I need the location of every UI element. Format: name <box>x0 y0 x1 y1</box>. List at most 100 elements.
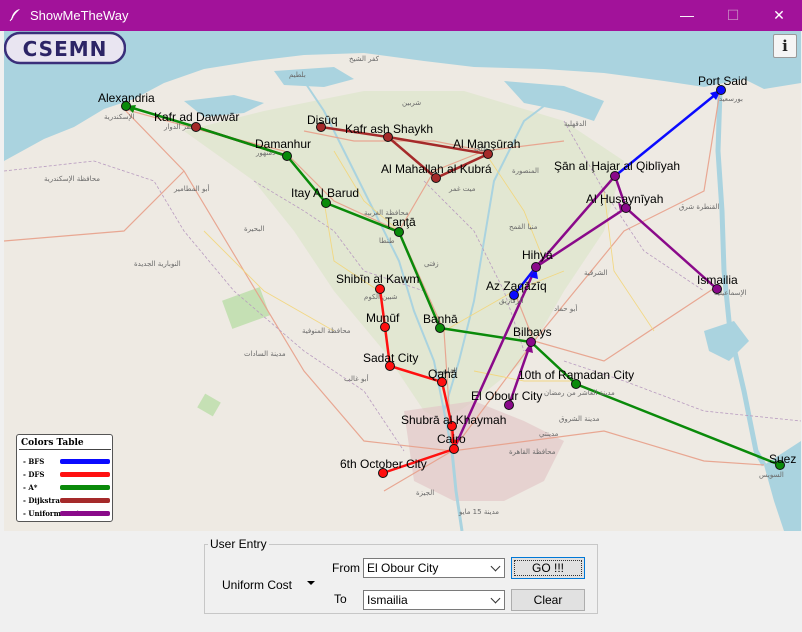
legend-swatch <box>60 511 110 516</box>
clear-button[interactable]: Clear <box>511 589 585 611</box>
map-label: بلطيم <box>289 71 306 79</box>
city-label: Ţanţā <box>385 215 416 229</box>
map-label: السويس <box>759 471 784 479</box>
city-label: Cairo <box>437 432 466 446</box>
map-label: محافظة الإسكندرية <box>44 175 100 183</box>
city-label: Banhā <box>423 312 458 326</box>
map-label: مدينة العاشر من رمضان <box>544 389 615 397</box>
city-label: Disūq <box>307 113 338 127</box>
control-panel: User Entry Uniform Cost From El Obour Ci… <box>0 531 802 632</box>
app-window: ShowMeTheWay — ☐ ✕ كفر الشيخ بلطيم الدقه… <box>0 0 802 632</box>
legend-swatch <box>60 459 110 464</box>
to-label: To <box>334 592 347 606</box>
map-label: كفر الشيخ <box>349 55 380 63</box>
city-label: 6th October City <box>340 457 427 471</box>
map-label: منيا القمح <box>509 223 538 231</box>
city-label: Al Manşūrah <box>453 137 520 151</box>
city-label: Kafr ash Shaykh <box>345 122 433 136</box>
map-label: ميت غمر <box>448 185 476 193</box>
go-button[interactable]: GO !!! <box>511 557 585 579</box>
chevron-down-icon[interactable] <box>490 593 501 604</box>
legend-title: Colors Table <box>21 438 84 448</box>
city-label: Bilbays <box>513 325 552 339</box>
city-label: Itay Al Barud <box>291 186 359 200</box>
city-label: Qahā <box>428 367 458 381</box>
map-label: زفتى <box>424 260 439 268</box>
go-button-label: GO !!! <box>514 560 582 576</box>
city-label: Damanhur <box>255 137 311 151</box>
to-city-value: Ismailia <box>367 593 408 607</box>
logo-text: CSEMN <box>23 37 108 61</box>
city-label: Shubrā al Khaymah <box>401 413 506 427</box>
map-label: كفر الدوار <box>163 123 194 131</box>
window-title: ShowMeTheWay <box>30 8 129 23</box>
csemn-logo: CSEMN <box>4 31 126 65</box>
city-label: Hihyā <box>522 248 553 262</box>
city-label: Shibīn al Kawm <box>336 272 419 286</box>
from-city-combobox[interactable]: El Obour City <box>363 558 505 578</box>
feather-icon <box>9 9 20 22</box>
city-node[interactable] <box>282 151 292 161</box>
city-label: Suez <box>769 452 796 466</box>
to-city-combobox[interactable]: Ismailia <box>363 590 505 610</box>
map-label: الإسكندرية <box>104 113 135 121</box>
from-city-value: El Obour City <box>367 561 439 575</box>
legend-swatch <box>60 472 110 477</box>
chevron-down-icon[interactable] <box>490 561 501 572</box>
city-label: Alexandria <box>98 91 155 105</box>
info-button[interactable]: i <box>773 34 797 58</box>
map-label: الشرقية <box>584 269 607 277</box>
green-area <box>197 393 221 417</box>
map-label: القنطرة شرق <box>679 203 719 211</box>
city-label: El Obour City <box>471 389 542 403</box>
colors-table-legend: Colors Table - BFS - DFS - A* - Dijkstra… <box>16 434 113 522</box>
map-label: محافظة القاهرة <box>509 448 556 456</box>
city-label: 10th of Ramadan City <box>518 368 634 382</box>
minimize-button[interactable]: — <box>664 0 710 31</box>
map-label: المنصورة <box>512 167 539 175</box>
map-label: مدينة الشروق <box>559 415 600 423</box>
from-label: From <box>332 561 360 575</box>
city-node[interactable] <box>531 262 541 272</box>
legend-item-uniform-cost: - Uniform cost <box>23 509 111 519</box>
map-label: النوبارية الجديدة <box>134 260 181 268</box>
legend-swatch <box>60 485 110 490</box>
legend-divider <box>19 449 111 450</box>
map-label: شربين <box>402 99 421 107</box>
route-map[interactable]: كفر الشيخ بلطيم الدقهلية الإسكندرية كفر … <box>4 31 801 531</box>
legend-swatch <box>60 498 110 503</box>
legend-label: - DFS <box>23 470 45 479</box>
map-label: البحيرة <box>244 225 264 233</box>
legend-item-dijkstra: - Dijkstra <box>23 496 111 506</box>
city-label: Al Mahallah al Kubrá <box>381 162 492 176</box>
legend-label: - Dijkstra <box>23 496 60 505</box>
user-entry-group: User Entry Uniform Cost From El Obour Ci… <box>204 537 598 614</box>
map-label: طنطا <box>379 237 395 245</box>
great-bitter-lake <box>704 321 749 361</box>
close-button[interactable]: ✕ <box>756 0 802 31</box>
city-label: Şān al Ḩajar al Qiblīyah <box>554 159 680 173</box>
map-label: مدينة 15 مايو <box>458 508 499 516</box>
user-entry-legend: User Entry <box>208 537 269 551</box>
map-label: الدقهلية <box>564 120 587 128</box>
dropdown-arrow-icon[interactable] <box>307 581 315 585</box>
legend-label: - BFS <box>23 457 45 466</box>
map-label: شبين الكوم <box>364 293 398 301</box>
map-label: مدينتي <box>539 430 559 438</box>
city-label: Ismailia <box>697 273 738 287</box>
maximize-button[interactable]: ☐ <box>710 0 756 31</box>
city-label: Port Said <box>698 74 747 88</box>
green-area <box>222 287 270 329</box>
legend-label: - A* <box>23 483 38 492</box>
algorithm-select[interactable]: Uniform Cost <box>222 574 322 596</box>
city-label: Al Ḩusaynīyah <box>586 192 663 206</box>
city-label: Az Zaqāzīq <box>486 279 547 293</box>
title-bar[interactable]: ShowMeTheWay — ☐ ✕ <box>0 0 802 31</box>
city-label: Kafr ad Dawwār <box>154 110 239 124</box>
map-label: أبو غالب <box>344 374 369 383</box>
map-canvas: كفر الشيخ بلطيم الدقهلية الإسكندرية كفر … <box>4 31 801 531</box>
city-label: Munūf <box>366 311 400 325</box>
map-label: مدينة السادات <box>244 350 286 358</box>
map-label: الجيزة <box>416 489 434 497</box>
map-label: محافظة المنوفية <box>302 327 351 335</box>
